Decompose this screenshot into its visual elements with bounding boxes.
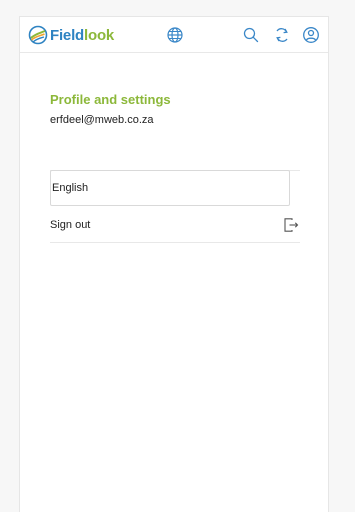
logo-text-field: Field xyxy=(50,26,85,44)
sync-icon xyxy=(276,28,288,42)
user-email: erfdeel@mweb.co.za xyxy=(50,114,154,126)
top-bar: Fieldlook xyxy=(20,17,328,53)
search-button[interactable] xyxy=(241,25,261,45)
search-icon xyxy=(243,27,259,43)
app-frame: Fieldlook Profile and settings erfdeel@m… xyxy=(19,16,329,512)
sync-button[interactable] xyxy=(272,25,292,45)
logo-text-look: look xyxy=(84,26,115,44)
fieldlook-logo-icon xyxy=(28,25,48,45)
language-select[interactable]: English xyxy=(50,170,290,206)
sign-out-row[interactable]: Sign out xyxy=(50,207,300,243)
language-button[interactable] xyxy=(165,25,185,45)
fieldlook-logo[interactable]: Fieldlook xyxy=(28,25,114,45)
user-circle-icon xyxy=(303,27,319,43)
profile-section: Profile and settings erfdeel@mweb.co.za xyxy=(50,91,300,127)
page-title: Profile and settings xyxy=(50,92,171,107)
logo-text: Fieldlook xyxy=(50,27,114,44)
sign-out-icon[interactable] xyxy=(282,216,300,234)
profile-button[interactable] xyxy=(301,25,321,45)
globe-icon xyxy=(167,27,183,43)
sign-out-label: Sign out xyxy=(50,218,91,231)
